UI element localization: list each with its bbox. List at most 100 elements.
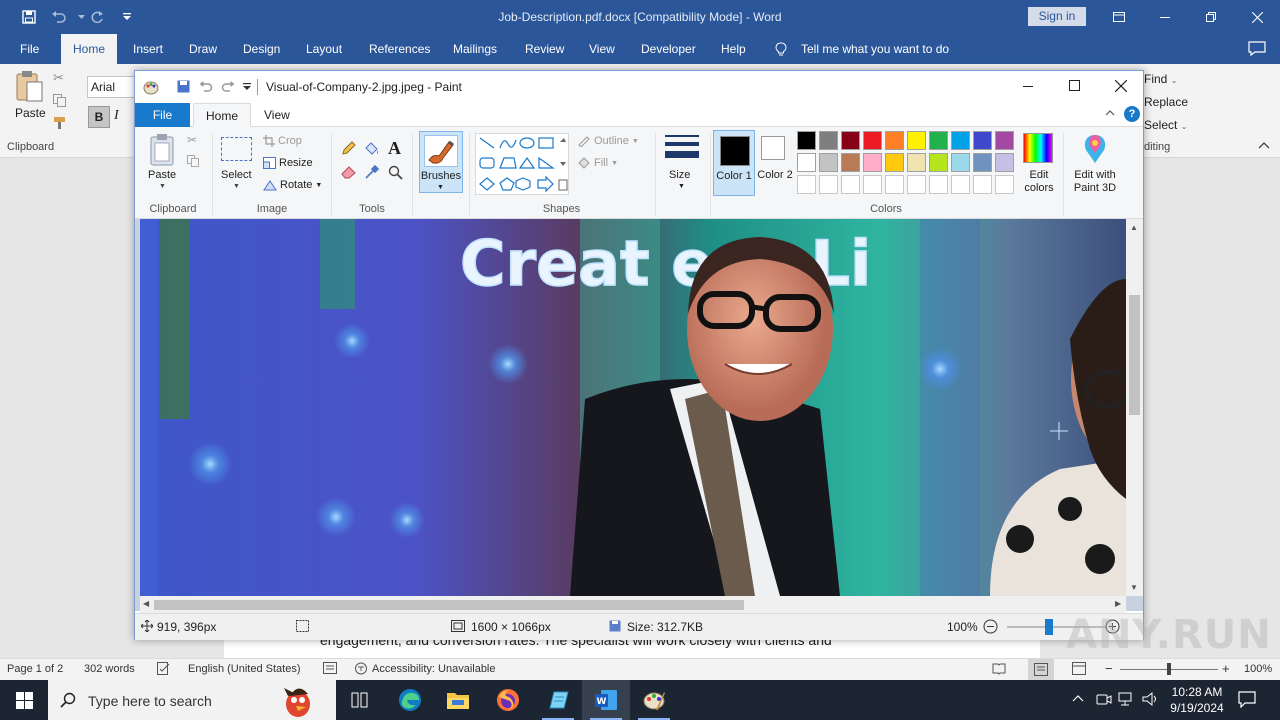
system-clock[interactable]: 10:28 AM 9/19/2024 — [1166, 684, 1228, 716]
network-icon[interactable] — [1118, 691, 1136, 707]
paint-zoom-thumb[interactable] — [1045, 619, 1053, 635]
palette-swatch-empty[interactable] — [929, 175, 948, 194]
proofing-icon[interactable] — [157, 662, 171, 675]
paint-qat-dropdown-icon[interactable] — [243, 83, 251, 91]
comments-icon[interactable] — [1248, 41, 1266, 56]
tab-references[interactable]: References — [369, 42, 430, 56]
scroll-down-icon[interactable]: ▼ — [1130, 583, 1138, 592]
word-paste-icon[interactable] — [14, 70, 44, 104]
word-minimize-button[interactable] — [1142, 0, 1188, 34]
resize-button[interactable]: Resize — [263, 157, 313, 169]
print-layout-icon[interactable] — [1028, 659, 1054, 680]
paint-minimize-button[interactable] — [1023, 86, 1033, 87]
scroll-right-icon[interactable]: ▶ — [1115, 599, 1121, 608]
paste-dropdown-icon[interactable]: ▼ — [159, 183, 166, 190]
read-mode-icon[interactable] — [992, 662, 1006, 675]
select-label[interactable]: Select — [221, 169, 252, 181]
format-painter-icon[interactable] — [53, 116, 68, 129]
notepad-icon[interactable] — [534, 680, 582, 720]
palette-swatch[interactable] — [951, 131, 970, 150]
select-icon[interactable] — [221, 137, 252, 161]
task-view-icon[interactable] — [336, 680, 384, 720]
palette-swatch[interactable] — [819, 131, 838, 150]
palette-swatch[interactable] — [995, 131, 1014, 150]
palette-swatch[interactable] — [973, 131, 992, 150]
accessibility-status[interactable]: Accessibility: Unavailable — [372, 663, 496, 675]
paint3d-icon[interactable] — [1081, 133, 1109, 165]
palette-swatch-empty[interactable] — [797, 175, 816, 194]
ribbon-display-options-icon[interactable] — [1096, 0, 1142, 34]
firefox-icon[interactable] — [484, 680, 532, 720]
zoom-slider-thumb[interactable] — [1167, 663, 1171, 675]
web-layout-icon[interactable] — [1072, 662, 1086, 675]
tell-me-search[interactable]: Tell me what you want to do — [801, 42, 949, 56]
rotate-button[interactable]: Rotate ▼ — [263, 179, 322, 191]
palette-swatch[interactable] — [907, 131, 926, 150]
help-icon[interactable]: ? — [1124, 106, 1140, 122]
palette-swatch[interactable] — [863, 131, 882, 150]
paint-undo-icon[interactable] — [199, 80, 213, 93]
size-icon[interactable] — [665, 135, 699, 161]
palette-swatch[interactable] — [929, 153, 948, 172]
word-count[interactable]: 302 words — [84, 663, 135, 675]
word-paste-label[interactable]: Paste — [15, 106, 46, 120]
palette-swatch[interactable] — [797, 153, 816, 172]
palette-swatch-empty[interactable] — [995, 175, 1014, 194]
meet-now-icon[interactable] — [1096, 691, 1112, 707]
tab-review[interactable]: Review — [525, 42, 564, 56]
brushes-button[interactable]: Brushes ▼ — [419, 131, 463, 193]
word-zoom-level[interactable]: 100% — [1244, 663, 1272, 675]
paint-paste-icon[interactable] — [149, 133, 177, 167]
paint-copy-icon[interactable] — [187, 155, 199, 167]
palette-swatch[interactable] — [973, 153, 992, 172]
palette-swatch[interactable] — [863, 153, 882, 172]
text-tool-icon[interactable]: A — [388, 138, 401, 159]
palette-swatch-empty[interactable] — [885, 175, 904, 194]
select-dropdown-icon[interactable]: ▼ — [233, 183, 240, 190]
color2-swatch[interactable] — [761, 136, 785, 160]
word-close-button[interactable] — [1234, 0, 1280, 34]
file-explorer-icon[interactable] — [434, 680, 482, 720]
collapse-ribbon-icon[interactable] — [1258, 142, 1270, 149]
canvas-image[interactable]: Creat e & Li — [140, 219, 1126, 596]
fill-bucket-icon[interactable] — [363, 141, 379, 156]
magnifier-icon[interactable] — [388, 165, 403, 180]
color-picker-icon[interactable] — [365, 165, 379, 179]
color1-button[interactable]: Color 1 — [713, 130, 755, 196]
edit-colors-label[interactable]: Edit colors — [1015, 169, 1063, 195]
taskbar-search-box[interactable]: Type here to search — [48, 680, 336, 720]
palette-swatch-empty[interactable] — [863, 175, 882, 194]
edit-colors-icon[interactable] — [1023, 133, 1053, 163]
palette-swatch[interactable] — [907, 153, 926, 172]
zoom-in-icon[interactable]: + — [1222, 661, 1230, 676]
minimize-ribbon-icon[interactable] — [1105, 110, 1115, 116]
font-name-field[interactable]: Arial — [87, 76, 137, 98]
bold-button[interactable]: B — [88, 106, 110, 128]
replace-button[interactable]: Replace — [1144, 95, 1188, 109]
start-button[interactable] — [0, 680, 48, 720]
word-taskbar-icon[interactable]: W — [582, 680, 630, 720]
palette-swatch[interactable] — [841, 153, 860, 172]
horizontal-scrollbar[interactable]: ◀ ▶ — [140, 596, 1126, 613]
palette-swatch-empty[interactable] — [819, 175, 838, 194]
edit-paint3d-label[interactable]: Edit with Paint 3D — [1067, 169, 1123, 195]
paint-paste-label[interactable]: Paste — [148, 169, 176, 181]
shapes-gallery[interactable] — [475, 133, 569, 195]
word-restore-button[interactable] — [1188, 0, 1234, 34]
eraser-icon[interactable] — [341, 165, 357, 179]
fill-button[interactable]: Fill ▼ — [577, 157, 618, 169]
tab-help[interactable]: Help — [721, 42, 746, 56]
tab-mailings[interactable]: Mailings — [453, 42, 497, 56]
color2-label[interactable]: Color 2 — [755, 169, 795, 182]
tab-home[interactable]: Home — [61, 34, 118, 64]
tab-draw[interactable]: Draw — [189, 42, 217, 56]
track-changes-icon[interactable] — [323, 662, 337, 675]
size-label[interactable]: Size — [669, 169, 690, 181]
edge-icon[interactable] — [386, 680, 434, 720]
palette-swatch[interactable] — [885, 131, 904, 150]
paint-cut-icon[interactable]: ✂ — [187, 133, 197, 147]
palette-swatch-empty[interactable] — [973, 175, 992, 194]
palette-swatch[interactable] — [951, 153, 970, 172]
palette-swatch[interactable] — [819, 153, 838, 172]
size-dropdown-icon[interactable]: ▼ — [678, 183, 685, 190]
